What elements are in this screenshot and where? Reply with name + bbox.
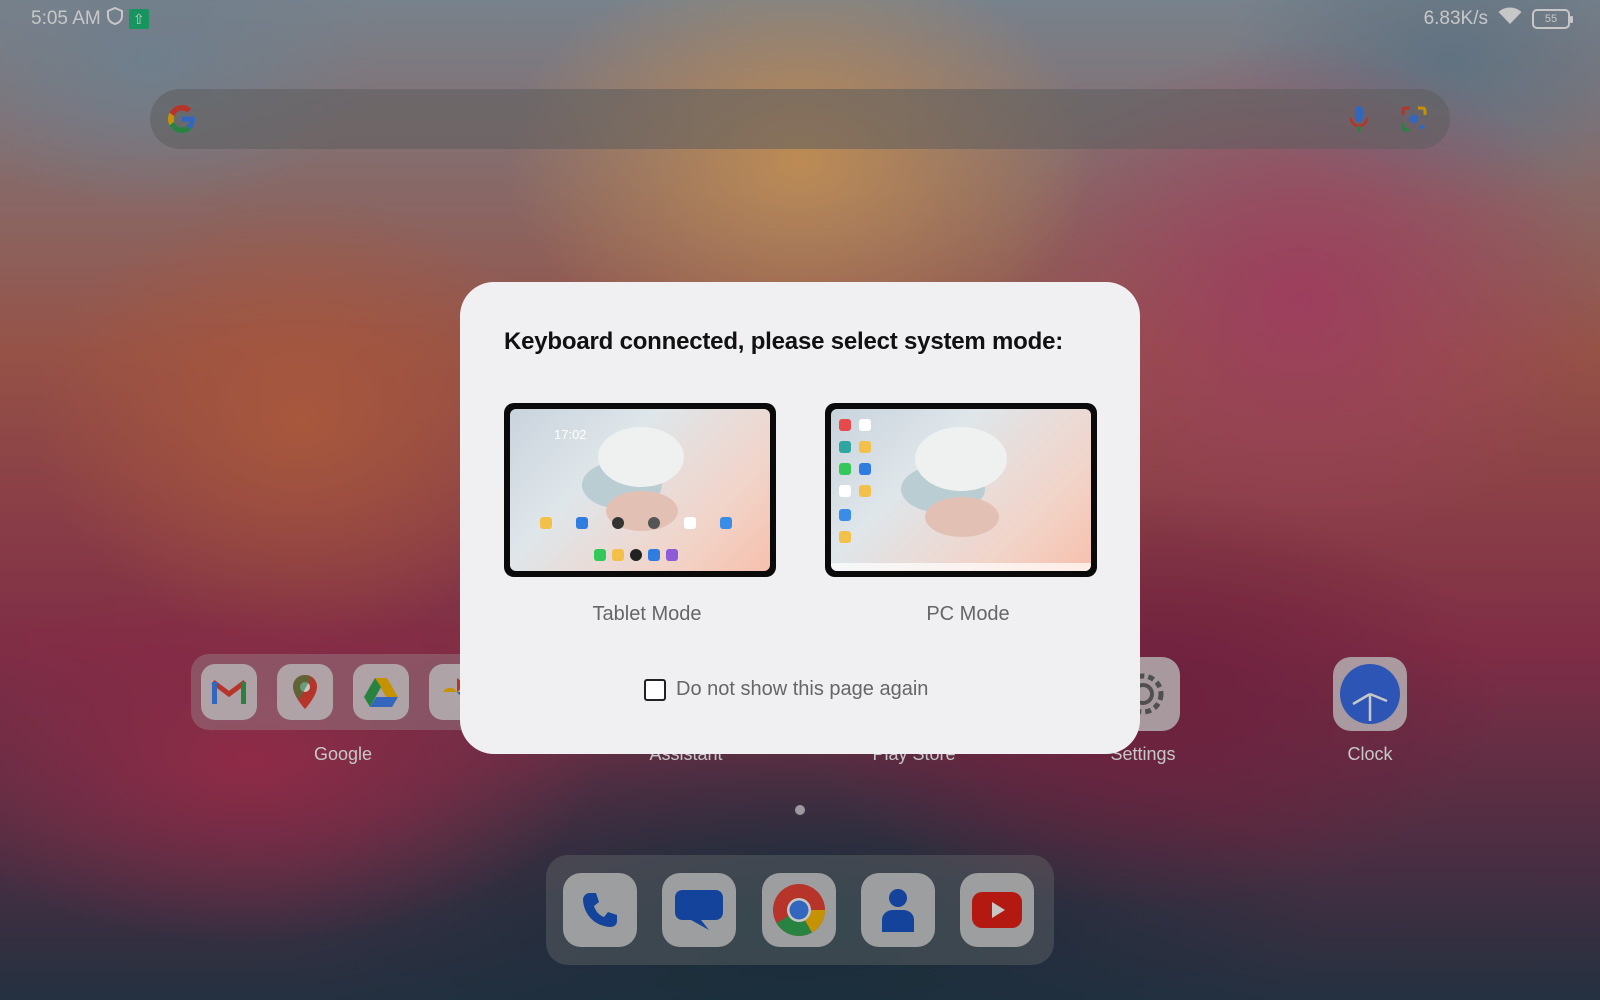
tablet-mode-label: Tablet Mode bbox=[592, 603, 702, 625]
tablet-mode-preview[interactable]: 17:02 bbox=[504, 403, 776, 577]
pc-mode-label: PC Mode bbox=[926, 603, 1010, 625]
mini-app-icon bbox=[720, 517, 732, 529]
tablet-preview-screen: 17:02 bbox=[510, 409, 770, 571]
mini-app-icon bbox=[839, 509, 851, 521]
mini-app-icon bbox=[612, 517, 624, 529]
mini-app-icon bbox=[630, 549, 642, 561]
mini-app-icon bbox=[839, 531, 851, 543]
mini-app-icon bbox=[648, 517, 660, 529]
mini-app-icon bbox=[540, 517, 552, 529]
mini-app-icon bbox=[839, 419, 851, 431]
tablet-mode-option[interactable]: 17:02 Tablet Mode bbox=[504, 403, 776, 635]
mini-app-icon bbox=[859, 419, 871, 431]
mini-app-icon bbox=[839, 485, 851, 497]
dont-show-again-row[interactable]: Do not show this page again bbox=[644, 678, 928, 701]
mini-app-icon bbox=[859, 441, 871, 453]
stone-decoration bbox=[925, 497, 999, 537]
dialog-title: Keyboard connected, please select system… bbox=[504, 328, 1064, 355]
mini-app-icon bbox=[666, 549, 678, 561]
mini-app-icon bbox=[684, 517, 696, 529]
mini-app-icon bbox=[859, 463, 871, 475]
stone-decoration bbox=[915, 427, 1007, 491]
system-mode-dialog: Keyboard connected, please select system… bbox=[460, 282, 1140, 754]
pc-preview-screen bbox=[831, 409, 1091, 571]
mini-app-icon bbox=[839, 463, 851, 475]
mini-app-icon bbox=[612, 549, 624, 561]
mini-app-icon bbox=[839, 441, 851, 453]
mini-app-icon bbox=[859, 485, 871, 497]
stone-decoration bbox=[598, 427, 684, 487]
pc-mode-preview[interactable] bbox=[825, 403, 1097, 577]
pc-taskbar bbox=[831, 563, 1091, 571]
dont-show-again-checkbox[interactable] bbox=[644, 678, 666, 701]
mini-app-icon bbox=[648, 549, 660, 561]
tablet-preview-clock: 17:02 bbox=[554, 427, 587, 442]
pc-mode-option[interactable]: PC Mode bbox=[825, 403, 1097, 635]
dont-show-again-label[interactable]: Do not show this page again bbox=[676, 678, 928, 701]
mini-app-icon bbox=[594, 549, 606, 561]
mini-app-icon bbox=[576, 517, 588, 529]
